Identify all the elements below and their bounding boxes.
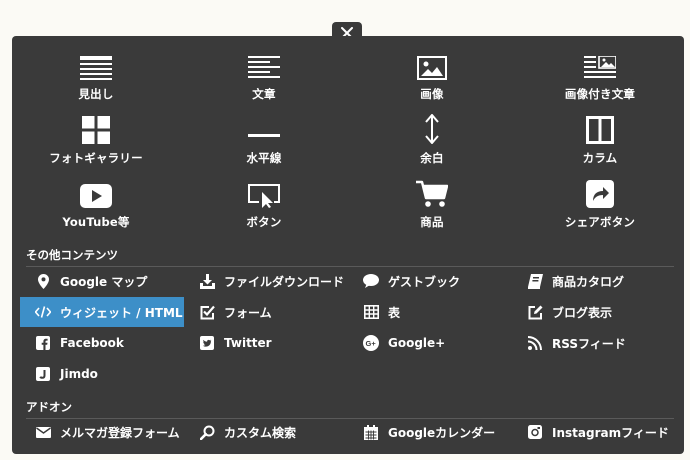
item-newsletter-form[interactable]: メルマガ登録フォーム (20, 417, 184, 447)
tile-heading[interactable]: 見出し (12, 50, 180, 114)
instagram-icon (528, 425, 542, 439)
speech-bubble-icon (363, 274, 379, 288)
tile-horizontal-line[interactable]: 水平線 (180, 114, 348, 178)
play-icon (80, 184, 112, 208)
item-label: 商品カタログ (552, 274, 625, 289)
google-plus-icon: G+ (363, 335, 379, 351)
item-google-calendar[interactable]: Googleカレンダー (348, 417, 512, 447)
share-icon (586, 180, 614, 208)
item-file-download[interactable]: ファイルダウンロード (184, 266, 348, 296)
tile-label: 画像 (420, 87, 444, 101)
item-twitter[interactable]: Twitter (184, 328, 348, 358)
tile-label: 見出し (78, 87, 114, 101)
tile-label: フォトギャラリー (49, 151, 143, 165)
edit-icon (528, 305, 542, 319)
horizontal-line-icon (248, 134, 280, 137)
checkbox-icon (200, 305, 215, 319)
tile-gallery[interactable]: フォトギャラリー (12, 114, 180, 178)
addon-header: アドオン (26, 399, 674, 419)
tile-text[interactable]: 文章 (180, 50, 348, 114)
download-icon (199, 273, 215, 289)
item-label: Jimdo (60, 367, 98, 381)
tile-share[interactable]: シェアボタン (516, 178, 684, 242)
gallery-icon (82, 116, 110, 144)
tile-label: カラム (582, 151, 618, 165)
item-product-catalog[interactable]: 商品カタログ (512, 266, 676, 296)
tile-youtube[interactable]: YouTube等 (12, 178, 180, 242)
svg-text:G+: G+ (365, 339, 376, 348)
rss-icon (528, 336, 542, 350)
heading-icon (80, 56, 112, 80)
main-elements-grid: 見出し 文章 画像 画像付き文章 フォトギャラリー 水平線 余白 カラム You… (12, 50, 684, 242)
tile-label: 文章 (252, 87, 276, 101)
tile-label: 画像付き文章 (564, 87, 636, 101)
columns-icon (586, 116, 614, 144)
item-label: ウィジェット / HTML (60, 305, 183, 320)
tile-columns[interactable]: カラム (516, 114, 684, 178)
item-label: Twitter (224, 336, 272, 350)
jimdo-icon (36, 367, 50, 381)
catalog-book-icon (527, 273, 543, 289)
image-text-icon (584, 56, 616, 78)
item-label: Instagramフィード (552, 425, 669, 440)
mail-icon (35, 426, 51, 438)
search-icon (199, 425, 214, 440)
facebook-icon (36, 336, 50, 350)
item-label: RSSフィード (552, 336, 626, 351)
tile-label: YouTube等 (62, 215, 130, 229)
button-cursor-icon (248, 184, 280, 208)
code-icon (35, 306, 51, 318)
item-label: ファイルダウンロード (224, 274, 345, 289)
item-blog-display[interactable]: ブログ表示 (512, 297, 676, 327)
insert-element-panel: 見出し 文章 画像 画像付き文章 フォトギャラリー 水平線 余白 カラム You… (12, 36, 684, 454)
item-label: Google マップ (60, 274, 148, 289)
section-title: その他コンテンツ (26, 248, 118, 262)
item-label: メルマガ登録フォーム (60, 425, 180, 440)
item-form[interactable]: フォーム (184, 297, 348, 327)
section-title: アドオン (26, 400, 72, 414)
item-label: Google+ (388, 336, 446, 350)
calendar-icon (364, 424, 378, 440)
item-guestbook[interactable]: ゲストブック (348, 266, 512, 296)
addon-list: メルマガ登録フォーム カスタム検索 Googleカレンダー Instagramフ… (20, 417, 684, 448)
tile-label: ボタン (246, 215, 282, 229)
other-contents-header: その他コンテンツ (26, 247, 674, 267)
tile-label: シェアボタン (564, 215, 636, 229)
tile-product[interactable]: 商品 (348, 178, 516, 242)
item-label: ゲストブック (388, 274, 461, 289)
item-label: フォーム (224, 305, 272, 320)
item-label: ブログ表示 (552, 305, 613, 320)
image-icon (417, 56, 447, 80)
other-contents-list: Google マップ ファイルダウンロード ゲストブック 商品カタログ ウィジェ… (20, 266, 684, 390)
item-label: Facebook (60, 336, 124, 350)
tile-image[interactable]: 画像 (348, 50, 516, 114)
item-label: 表 (388, 305, 401, 320)
tile-spacing[interactable]: 余白 (348, 114, 516, 178)
item-google-plus[interactable]: G+ Google+ (348, 328, 512, 358)
item-widget-html[interactable]: ウィジェット / HTML (20, 297, 184, 327)
item-jimdo[interactable]: Jimdo (20, 359, 184, 389)
tile-label: 余白 (420, 151, 444, 165)
item-rss-feed[interactable]: RSSフィード (512, 328, 676, 358)
item-custom-search[interactable]: カスタム検索 (184, 417, 348, 447)
spacing-icon (425, 114, 439, 144)
item-table[interactable]: 表 (348, 297, 512, 327)
tile-label: 水平線 (246, 151, 282, 165)
item-google-map[interactable]: Google マップ (20, 266, 184, 296)
item-label: カスタム検索 (224, 425, 297, 440)
tile-button[interactable]: ボタン (180, 178, 348, 242)
tile-label: 商品 (420, 215, 444, 229)
text-icon (248, 56, 280, 78)
table-icon (363, 305, 379, 319)
item-facebook[interactable]: Facebook (20, 328, 184, 358)
item-label: Googleカレンダー (388, 425, 496, 440)
twitter-icon (200, 336, 214, 350)
item-instagram-feed[interactable]: Instagramフィード (512, 417, 676, 447)
cart-icon (416, 180, 448, 207)
tile-image-text[interactable]: 画像付き文章 (516, 50, 684, 114)
map-pin-icon (37, 273, 49, 289)
